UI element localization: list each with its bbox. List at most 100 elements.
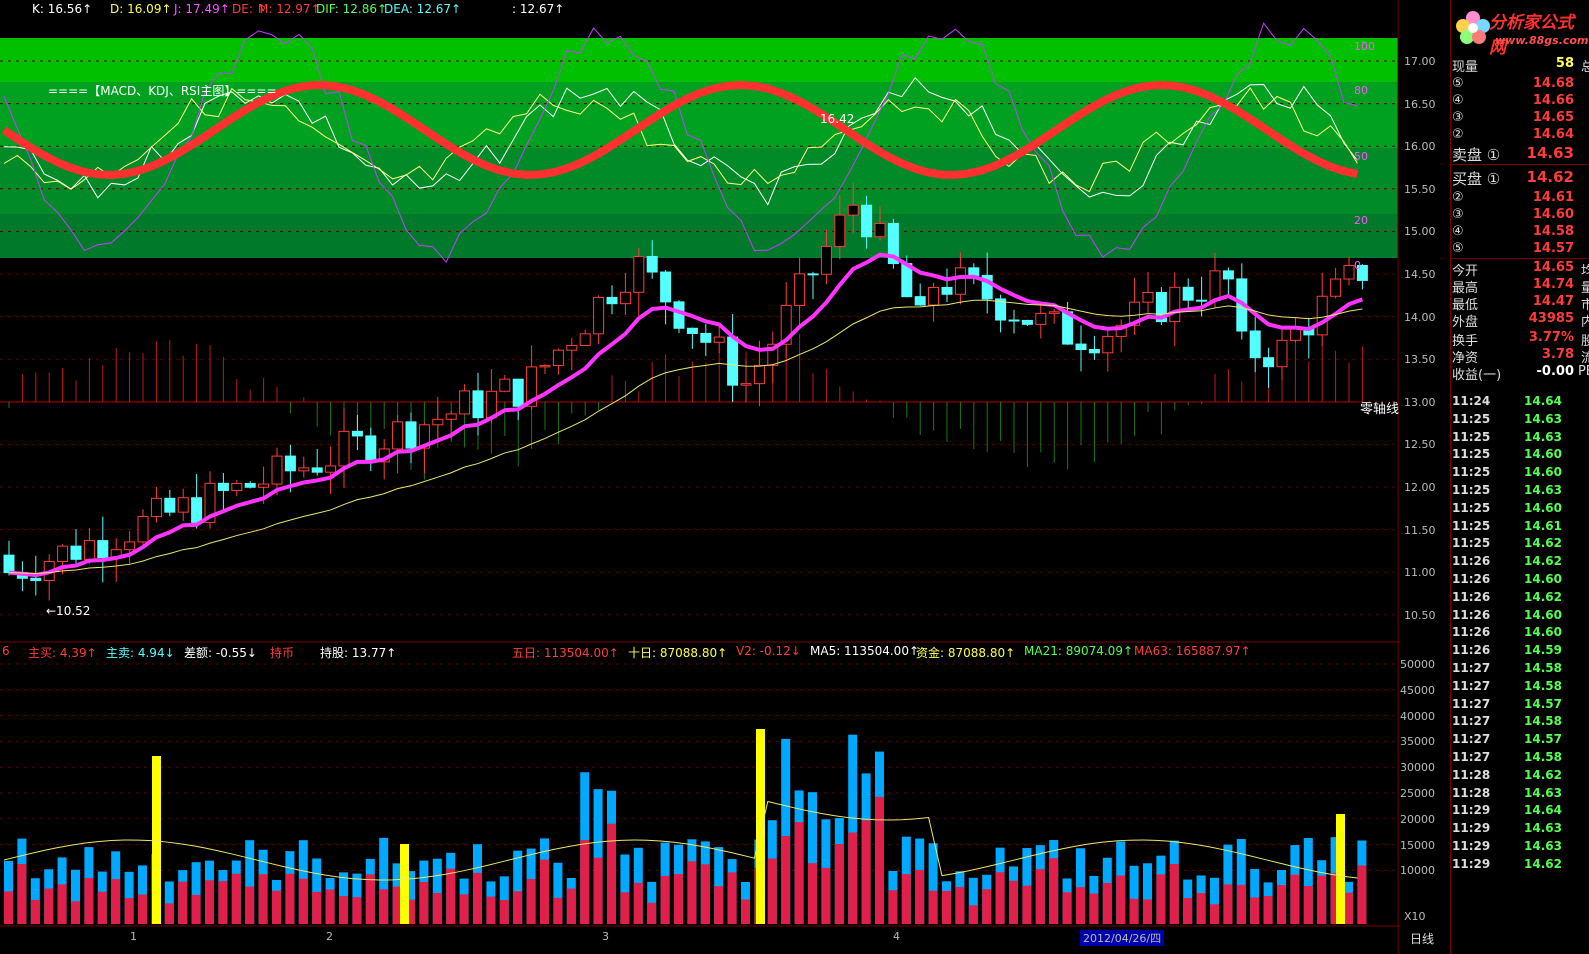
volume-bar [566, 888, 576, 924]
volume-axis-label: 15000 [1400, 838, 1435, 852]
candle [83, 540, 95, 560]
volume-indicator: 十日: 87088.80↑ [628, 646, 728, 660]
ask-row: 卖盘 ① 14.63 [1452, 144, 1588, 164]
volume-bar [218, 881, 228, 924]
buy-level-value: 14.57 [1532, 241, 1574, 256]
tick-price: 14.63 [1524, 839, 1562, 853]
highlight-bar [1336, 814, 1345, 924]
divider [1452, 258, 1588, 259]
x-axis-label: 2 [326, 930, 333, 943]
volume-bar [834, 844, 844, 924]
volume-axis-label: 40000 [1400, 709, 1435, 723]
candle [258, 483, 270, 488]
tick-row: 11:28 14.63 [1452, 786, 1588, 803]
buy-level: ② 14.61 [1452, 190, 1588, 208]
current-volume: 现量 58 总 [1452, 56, 1589, 75]
volume-bar [138, 894, 147, 924]
volume-bar [231, 873, 241, 924]
volume-bar [245, 886, 255, 924]
tick-row: 11:27 14.58 [1452, 750, 1588, 767]
tick-row: 11:26 14.60 [1452, 608, 1588, 625]
band-label: 80 [1354, 84, 1368, 97]
candle [1222, 270, 1234, 280]
candle [740, 383, 752, 386]
tick-time: 11:29 [1452, 856, 1491, 871]
tick-price: 14.64 [1524, 394, 1562, 408]
tick-row: 11:26 14.62 [1452, 590, 1588, 607]
tick-time: 11:29 [1452, 821, 1491, 836]
candle [968, 267, 980, 276]
band-label: 0 [1354, 259, 1361, 272]
sell-level: ③ 14.65 [1452, 110, 1588, 128]
candle [1021, 319, 1033, 325]
tick-row: 11:26 14.60 [1452, 572, 1588, 589]
volume-bar [1303, 886, 1313, 924]
sell-level-value: 14.66 [1532, 93, 1574, 108]
volume-bar [71, 901, 80, 924]
volume-bar [1183, 897, 1193, 924]
tick-price: 14.62 [1524, 536, 1562, 551]
volume-bar [540, 859, 549, 924]
buy-level: ⑤ 14.57 [1452, 241, 1588, 259]
volume-bar [272, 890, 281, 924]
candle [1088, 349, 1100, 354]
volume-axis-label: 30000 [1400, 761, 1435, 775]
tick-price: 14.57 [1524, 732, 1562, 747]
volume-bar [593, 857, 603, 924]
high-price-label: 16.42 [820, 112, 855, 126]
period-label[interactable]: 日线 [1410, 930, 1434, 947]
candle [30, 577, 42, 581]
volume-indicator: MA63: 165887.97↑ [1134, 644, 1251, 658]
candle [1209, 270, 1221, 302]
candle [1330, 278, 1342, 297]
tick-row: 11:25 14.63 [1452, 430, 1588, 447]
volume-bar [1196, 892, 1206, 924]
buy-level-label: ② [1452, 190, 1464, 205]
tick-price: 14.58 [1524, 678, 1562, 693]
logo-title: 分析家公式网 [1489, 13, 1574, 58]
tick-price: 14.63 [1524, 785, 1562, 800]
volume-bar [1102, 882, 1112, 924]
candle [1048, 311, 1060, 314]
tick-row: 11:29 14.63 [1452, 821, 1588, 838]
volume-bar [1263, 896, 1273, 924]
volume-bar [875, 796, 884, 924]
tick-time: 11:25 [1452, 483, 1491, 497]
volume-bar [365, 874, 375, 924]
volume-indicator: 主买: 4.39↑ [28, 646, 97, 660]
candle [1142, 291, 1154, 303]
stat-row-label: 收益(一) [1452, 368, 1502, 383]
tick-row: 11:25 14.60 [1452, 501, 1588, 518]
logo: 分析家公式网 www.88gs.com [1451, 0, 1589, 58]
volume-bar [57, 884, 67, 924]
ask-row-label: 卖盘 ① [1452, 146, 1501, 164]
volume-bar [633, 882, 643, 924]
volume-unit: X10 [1404, 910, 1426, 923]
candle [1102, 335, 1114, 354]
tick-time: 11:26 [1452, 572, 1491, 586]
buy-level-label: ⑤ [1452, 241, 1464, 256]
candle [834, 214, 846, 247]
volume-bar [298, 878, 308, 924]
candle [794, 273, 806, 306]
candle [217, 482, 229, 491]
candle [1035, 312, 1047, 325]
volume-bar [781, 835, 791, 924]
volume-bar [888, 890, 898, 924]
volume-bar [1089, 893, 1099, 924]
candle [820, 245, 832, 275]
chart-canvas[interactable] [0, 0, 1450, 954]
volume-bar [767, 858, 777, 924]
buy-level-label: ③ [1452, 207, 1464, 222]
candle [244, 482, 256, 488]
candle [57, 545, 69, 562]
candle [164, 497, 176, 513]
ma-line-slow [8, 299, 1363, 575]
volume-indicator: 6 [2, 644, 10, 658]
indicator-band [0, 38, 1398, 82]
band-label: 50 [1354, 150, 1368, 163]
candle [874, 222, 886, 238]
price-axis-label: 15.00 [1404, 225, 1436, 239]
candle [593, 296, 605, 335]
volume-axis-label: 35000 [1400, 735, 1435, 749]
